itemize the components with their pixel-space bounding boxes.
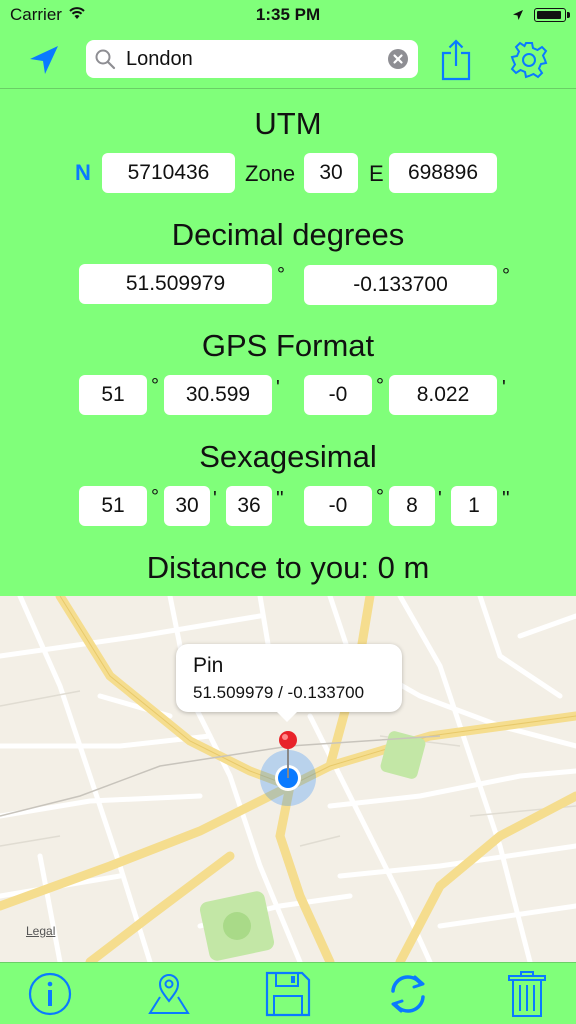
trash-icon[interactable]: [502, 969, 552, 1019]
degree-symbol: °: [376, 486, 384, 508]
degree-symbol: °: [376, 375, 384, 397]
callout-title: Pin: [193, 654, 224, 677]
pin-callout[interactable]: Pin 51.509979 / -0.133700: [176, 644, 402, 722]
location-services-icon: [512, 6, 524, 26]
sexa-lon-sec-field[interactable]: 1: [451, 486, 497, 526]
share-icon[interactable]: [436, 36, 476, 84]
decimal-title: Decimal degrees: [171, 217, 405, 252]
sexa-lat-sec-field[interactable]: 36: [226, 486, 272, 526]
sexa-lon-deg-field[interactable]: -0: [304, 486, 372, 526]
second-symbol: '': [502, 488, 510, 510]
sexa-lat-min-field[interactable]: 30: [164, 486, 210, 526]
search-icon: [94, 48, 116, 75]
gps-title: GPS Format: [201, 328, 375, 363]
second-symbol: '': [276, 488, 284, 510]
utm-northing-field[interactable]: 5710436: [102, 153, 235, 193]
bottom-toolbar: [0, 962, 576, 1024]
legal-link[interactable]: Legal: [26, 924, 55, 938]
decimal-lat-field[interactable]: 51.509979: [79, 264, 272, 304]
callout-coordinates: 51.509979 / -0.133700: [193, 683, 365, 702]
utm-title: UTM: [254, 106, 322, 141]
clock: 1:35 PM: [255, 5, 321, 24]
hemisphere-label[interactable]: N: [75, 160, 91, 186]
easting-label: E: [369, 161, 384, 186]
status-bar: Carrier 1:35 PM: [0, 0, 576, 30]
gps-lon-deg-field[interactable]: -0: [304, 375, 372, 415]
sexa-lat-deg-field[interactable]: 51: [79, 486, 147, 526]
map-pin-icon[interactable]: [144, 969, 194, 1019]
refresh-icon[interactable]: [383, 969, 433, 1019]
utm-easting-field[interactable]: 698896: [389, 153, 497, 193]
degree-symbol: °: [151, 375, 159, 397]
info-icon[interactable]: [25, 969, 75, 1019]
sexa-lon-min-field[interactable]: 8: [389, 486, 435, 526]
zone-label: Zone: [245, 161, 296, 186]
clear-icon[interactable]: [388, 49, 408, 74]
top-toolbar: [0, 30, 576, 90]
degree-symbol: °: [502, 265, 510, 287]
battery-icon: [534, 8, 570, 22]
degree-symbol: °: [277, 264, 285, 286]
minute-symbol: ': [438, 488, 442, 510]
callout-tail: [276, 711, 298, 722]
location-arrow-icon[interactable]: [24, 40, 64, 80]
gps-lon-min-field[interactable]: 8.022: [389, 375, 497, 415]
degree-symbol: °: [151, 486, 159, 508]
minute-symbol: ': [502, 377, 506, 399]
minute-symbol: ': [276, 377, 280, 399]
utm-zone-field[interactable]: 30: [304, 153, 358, 193]
sexagesimal-title: Sexagesimal: [199, 439, 377, 474]
gear-icon[interactable]: [507, 38, 551, 82]
decimal-lon-field[interactable]: -0.133700: [304, 265, 497, 305]
toolbar-divider: [0, 88, 576, 89]
gps-lat-deg-field[interactable]: 51: [79, 375, 147, 415]
search-input[interactable]: [126, 44, 376, 74]
distance-label: Distance to you: 0 m: [146, 550, 430, 585]
gps-lat-min-field[interactable]: 30.599: [164, 375, 272, 415]
minute-symbol: ': [213, 488, 217, 510]
search-bar[interactable]: [86, 40, 418, 78]
save-icon[interactable]: [263, 969, 313, 1019]
